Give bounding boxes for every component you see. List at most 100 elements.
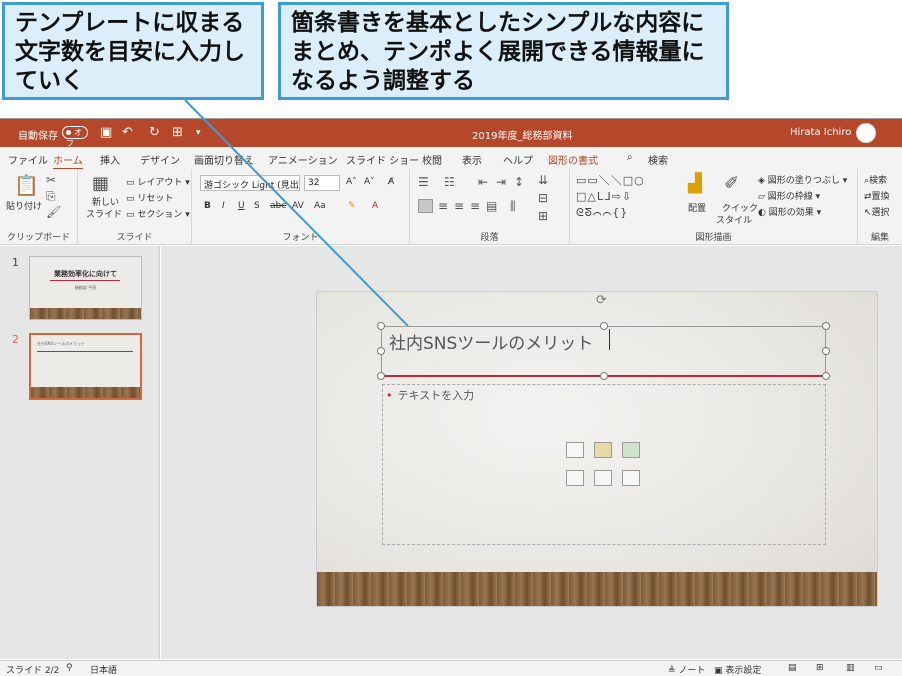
resize-handle[interactable] bbox=[822, 372, 830, 380]
clear-format-icon[interactable]: A̸ bbox=[388, 177, 394, 187]
distributed-icon[interactable]: ▤ bbox=[486, 199, 497, 213]
grow-font-icon[interactable]: A˄ bbox=[346, 177, 357, 187]
resize-handle[interactable] bbox=[822, 347, 830, 355]
paste-icon[interactable]: 📋 bbox=[14, 173, 39, 197]
decrease-indent-icon[interactable]: ⇤ bbox=[478, 175, 488, 189]
align-text-icon[interactable]: ⊟ bbox=[538, 191, 548, 205]
shape-outline-button[interactable]: ▱ 図形の枠線 ▾ bbox=[758, 189, 820, 202]
shrink-font-icon[interactable]: A˅ bbox=[364, 177, 375, 187]
bullets-icon[interactable]: ☰ bbox=[418, 175, 429, 189]
tab-view[interactable]: 表示 bbox=[462, 152, 482, 167]
increase-indent-icon[interactable]: ⇥ bbox=[496, 175, 506, 189]
insert-picture-icon[interactable] bbox=[566, 470, 584, 486]
text-direction-icon[interactable]: ⇊ bbox=[538, 173, 548, 187]
new-slide-icon[interactable]: ▦ bbox=[92, 173, 109, 194]
insert-table-icon[interactable] bbox=[566, 442, 584, 458]
tab-slideshow[interactable]: スライド ショー bbox=[346, 152, 419, 167]
resize-handle[interactable] bbox=[600, 322, 608, 330]
insert-chart-icon[interactable] bbox=[594, 442, 612, 458]
layout-button[interactable]: ▭ レイアウト ▾ bbox=[126, 175, 190, 188]
tab-shape-format[interactable]: 図形の書式 bbox=[548, 152, 598, 167]
font-name-field[interactable]: 游ゴシック Light (見出し bbox=[200, 175, 300, 191]
tab-home[interactable]: ホーム bbox=[53, 152, 83, 170]
section-button[interactable]: ▭ セクション ▾ bbox=[126, 207, 190, 220]
tab-animations[interactable]: アニメーション bbox=[268, 152, 338, 167]
arrange-button[interactable]: 配置 bbox=[688, 201, 706, 214]
arrange-icon[interactable]: ▟ bbox=[688, 173, 702, 194]
customize-qat-icon[interactable]: ▾ bbox=[196, 128, 201, 138]
strikethrough-icon[interactable]: abc bbox=[270, 201, 286, 211]
ribbon-tabs: ファイル ホーム 挿入 デザイン 画面切り替え アニメーション スライド ショー… bbox=[0, 147, 902, 170]
insert-online-picture-icon[interactable] bbox=[594, 470, 612, 486]
group-clipboard: 📋 貼り付け ✂ ⎘ 🖌 クリップボード bbox=[0, 169, 78, 245]
copy-icon[interactable]: ⎘ bbox=[46, 189, 56, 204]
insert-video-icon[interactable] bbox=[622, 470, 640, 486]
language[interactable]: 日本語 bbox=[90, 663, 117, 676]
rotate-handle-icon[interactable]: ⟳ bbox=[596, 293, 607, 308]
justify-icon[interactable]: ≡ bbox=[470, 199, 480, 213]
content-placeholder[interactable] bbox=[382, 384, 826, 545]
save-icon[interactable]: ▣ bbox=[100, 125, 112, 140]
reading-view-icon[interactable]: ▥ bbox=[846, 663, 855, 673]
tab-help[interactable]: ヘルプ bbox=[503, 152, 533, 167]
columns-icon[interactable]: ⫼ bbox=[510, 199, 516, 214]
italic-icon[interactable]: I bbox=[222, 201, 225, 211]
undo-icon[interactable]: ↶ bbox=[122, 125, 133, 140]
resize-handle[interactable] bbox=[600, 372, 608, 380]
bold-icon[interactable]: B bbox=[204, 201, 211, 211]
resize-handle[interactable] bbox=[377, 347, 385, 355]
new-slide-label-2[interactable]: スライド bbox=[86, 207, 122, 220]
align-center-icon[interactable]: ≡ bbox=[438, 199, 448, 213]
user-name[interactable]: Hirata Ichiro bbox=[790, 127, 851, 138]
search-label[interactable]: 検索 bbox=[648, 152, 668, 167]
change-case-button[interactable]: Aa bbox=[314, 201, 326, 211]
tab-design[interactable]: デザイン bbox=[140, 152, 180, 167]
reset-button[interactable]: ▭ リセット bbox=[126, 191, 173, 204]
highlight-icon[interactable]: ✎ bbox=[348, 201, 356, 211]
align-left-icon[interactable] bbox=[418, 199, 433, 213]
cut-icon[interactable]: ✂ bbox=[46, 173, 56, 187]
resize-handle[interactable] bbox=[377, 322, 385, 330]
thumbnail-slide-1[interactable]: 業務効率化に向けて 総務部 平田 bbox=[29, 256, 142, 320]
avatar[interactable] bbox=[856, 123, 876, 143]
autosave-toggle[interactable]: オフ bbox=[62, 126, 88, 148]
shape-fill-button[interactable]: ◈ 図形の塗りつぶし ▾ bbox=[758, 173, 847, 186]
shape-effects-button[interactable]: ◐ 図形の効果 ▾ bbox=[758, 205, 821, 218]
thumbnail-slide-2[interactable]: 社内SNSツールのメリット bbox=[29, 333, 142, 400]
tab-insert[interactable]: 挿入 bbox=[100, 152, 120, 167]
underline-icon[interactable]: U bbox=[238, 201, 245, 211]
numbering-icon[interactable]: ☷ bbox=[444, 175, 455, 189]
accessibility-icon[interactable]: ⚲ bbox=[66, 663, 73, 673]
select-button[interactable]: ↖選択 bbox=[864, 205, 890, 218]
tab-file[interactable]: ファイル bbox=[8, 152, 48, 167]
notes-button[interactable]: ≜ ノート bbox=[668, 663, 705, 676]
quick-style-icon[interactable]: ✐ bbox=[724, 173, 739, 194]
align-right-icon[interactable]: ≡ bbox=[454, 199, 464, 213]
normal-view-icon[interactable]: ▤ bbox=[788, 663, 797, 673]
shadow-icon[interactable]: S bbox=[254, 201, 260, 211]
font-size-field[interactable]: 32 bbox=[304, 175, 340, 191]
resize-handle[interactable] bbox=[822, 322, 830, 330]
redo-icon[interactable]: ↻ bbox=[149, 125, 160, 140]
replace-button[interactable]: ⇄置換 bbox=[864, 189, 890, 202]
search-icon[interactable]: ⌕ bbox=[627, 152, 633, 163]
slideshow-view-icon[interactable]: ▭ bbox=[874, 663, 883, 673]
slide-title[interactable]: 社内SNSツールのメリット bbox=[389, 329, 593, 354]
smartart-icon[interactable]: ⊞ bbox=[538, 209, 548, 223]
resize-handle[interactable] bbox=[377, 372, 385, 380]
insert-smartart-icon[interactable] bbox=[622, 442, 640, 458]
tab-review[interactable]: 校閲 bbox=[422, 152, 442, 167]
spacing-icon[interactable]: AV bbox=[292, 201, 304, 211]
paste-button[interactable]: 貼り付け bbox=[6, 199, 42, 212]
content-placeholder-text[interactable]: テキストを入力 bbox=[386, 387, 475, 403]
display-settings-button[interactable]: ▣ 表示設定 bbox=[714, 663, 761, 676]
shapes-gallery[interactable]: ▭▭＼＼□○ □△ᒪᒧ⇨⇩ ᘓᘕ⌒⌒{} bbox=[576, 173, 678, 221]
quick-style-label-2[interactable]: スタイル bbox=[716, 213, 752, 226]
format-painter-icon[interactable]: 🖌 bbox=[46, 205, 61, 219]
tab-transitions[interactable]: 画面切り替え bbox=[194, 152, 254, 167]
slide-sorter-icon[interactable]: ⊞ bbox=[816, 663, 824, 673]
line-spacing-icon[interactable]: ↕ bbox=[514, 175, 524, 189]
present-icon[interactable]: ⊞ bbox=[172, 125, 183, 140]
font-color-icon[interactable]: A bbox=[372, 201, 378, 211]
find-button[interactable]: ⌕検索 bbox=[864, 173, 887, 186]
